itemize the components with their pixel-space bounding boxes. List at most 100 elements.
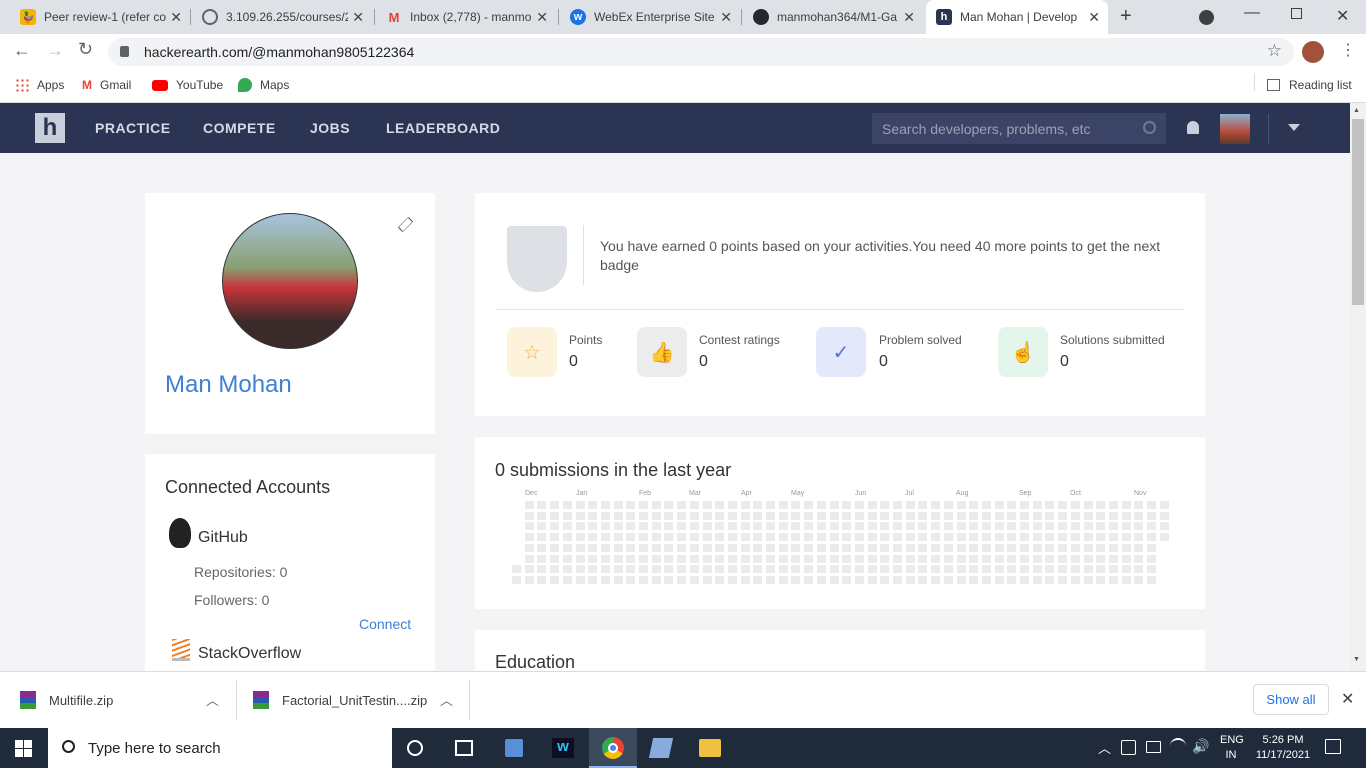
download-item[interactable]: Factorial_UnitTestin....zip ︿ xyxy=(237,672,469,728)
heatmap-cell xyxy=(778,501,788,509)
task-view-icon[interactable] xyxy=(455,740,473,756)
cortana-icon[interactable] xyxy=(407,740,423,756)
store-icon[interactable] xyxy=(505,739,523,757)
new-tab-button[interactable]: + xyxy=(1120,5,1132,28)
heatmap-cell xyxy=(689,501,699,509)
reading-list-button[interactable]: Reading list xyxy=(1267,78,1352,92)
forward-arrow-icon[interactable]: → xyxy=(46,40,64,61)
close-downloads-icon[interactable]: ✕ xyxy=(1341,689,1354,709)
heatmap-cell xyxy=(664,575,674,584)
apps-grid-icon xyxy=(15,78,29,92)
heatmap-cell xyxy=(766,575,775,584)
bookmark-star-icon[interactable]: ☆ xyxy=(1267,41,1282,61)
file-explorer-icon[interactable] xyxy=(699,739,721,757)
heatmap-cell xyxy=(613,554,623,563)
heatmap-cell xyxy=(562,565,572,574)
heatmap-cell xyxy=(753,554,763,563)
heatmap-cell xyxy=(893,511,902,520)
chevron-up-icon[interactable]: ︿ xyxy=(440,690,453,709)
heatmap-cell xyxy=(867,575,877,584)
show-all-button[interactable]: Show all xyxy=(1253,684,1329,715)
heatmap-cell xyxy=(1121,554,1131,563)
battery-icon[interactable] xyxy=(1146,741,1161,753)
nav-practice[interactable]: PRACTICE xyxy=(95,120,171,136)
reading-list-icon xyxy=(1267,79,1280,91)
webex-icon[interactable]: w xyxy=(552,738,574,758)
tab-github[interactable]: manmohan364/M1-Ga ✕ xyxy=(733,0,923,34)
site-search-input[interactable]: Search developers, problems, etc xyxy=(872,113,1166,144)
heatmap-cell xyxy=(626,543,636,552)
wifi-icon[interactable] xyxy=(1170,738,1186,754)
windows-start-icon[interactable] xyxy=(15,740,32,757)
notepad-icon[interactable] xyxy=(648,738,674,758)
heatmap-cell xyxy=(651,501,661,509)
network-status-icon[interactable] xyxy=(1121,740,1136,755)
heatmap-cell xyxy=(727,511,737,520)
page-scrollbar[interactable]: ▲ ▼ xyxy=(1350,103,1366,671)
profile-avatar[interactable] xyxy=(1302,41,1324,63)
back-arrow-icon[interactable]: ← xyxy=(13,40,31,61)
heatmap-cell xyxy=(1045,575,1055,584)
bookmark-gmail[interactable]: M Gmail xyxy=(82,78,131,92)
heatmap-cell xyxy=(1147,511,1156,520)
taskbar-search-input[interactable]: Type here to search xyxy=(48,728,392,768)
hackerearth-icon: h xyxy=(936,9,952,25)
heatmap-cell xyxy=(626,501,636,509)
clock[interactable]: 5:26 PM 11/17/2021 xyxy=(1250,733,1316,763)
heatmap-cell xyxy=(677,575,687,584)
tab-courses[interactable]: 3.109.26.255/courses/2 ✕ xyxy=(182,0,372,34)
chevron-up-icon[interactable]: ︿ xyxy=(1098,738,1111,757)
language-indicator[interactable]: ENG IN xyxy=(1220,733,1244,763)
close-tab-icon[interactable]: ✕ xyxy=(903,9,915,26)
heatmap-cell xyxy=(931,501,941,509)
tab-peer-review[interactable]: 🦆 Peer review-1 (refer co ✕ xyxy=(0,0,190,34)
bell-icon[interactable] xyxy=(1187,121,1199,134)
close-window-button[interactable]: ✕ xyxy=(1336,6,1349,26)
tab-webex[interactable]: w WebEx Enterprise Site ✕ xyxy=(550,0,740,34)
heatmap-cell xyxy=(854,575,864,584)
tab-search-icon[interactable] xyxy=(1199,10,1214,25)
volume-icon[interactable]: 🔊 xyxy=(1192,738,1209,755)
minimize-button[interactable]: — xyxy=(1244,4,1260,22)
heatmap-cell xyxy=(1096,575,1106,584)
nav-compete[interactable]: COMPETE xyxy=(203,120,276,136)
heatmap-cell xyxy=(651,575,661,584)
heatmap-cell xyxy=(981,511,991,520)
search-icon[interactable] xyxy=(1143,121,1156,134)
close-tab-icon[interactable]: ✕ xyxy=(352,9,364,26)
close-tab-icon[interactable]: ✕ xyxy=(536,9,548,26)
kebab-menu-icon[interactable]: ⋮ xyxy=(1340,40,1356,60)
heatmap-cell xyxy=(1108,511,1118,520)
url-field[interactable]: hackerearth.com/@manmohan9805122364 ☆ xyxy=(108,38,1294,66)
user-avatar[interactable] xyxy=(1220,114,1250,144)
bookmark-maps[interactable]: Maps xyxy=(238,78,289,92)
nav-leaderboard[interactable]: LEADERBOARD xyxy=(386,120,500,136)
close-tab-icon[interactable]: ✕ xyxy=(720,9,732,26)
heatmap-cell xyxy=(1121,565,1131,574)
hackerearth-logo[interactable]: h xyxy=(35,113,65,143)
stat-label: Problem solved xyxy=(879,333,962,347)
heatmap-cell xyxy=(1083,501,1093,509)
chevron-up-icon[interactable]: ︿ xyxy=(206,690,219,709)
heatmap-cell xyxy=(804,501,814,509)
tab-gmail[interactable]: M Inbox (2,778) - manmo ✕ xyxy=(366,0,556,34)
close-tab-icon[interactable]: ✕ xyxy=(170,9,182,26)
bookmark-apps[interactable]: Apps xyxy=(15,78,64,92)
scrollbar-thumb[interactable] xyxy=(1352,119,1364,305)
github-connect-link[interactable]: Connect xyxy=(359,616,411,632)
close-tab-icon[interactable]: ✕ xyxy=(1088,9,1100,26)
restore-button[interactable] xyxy=(1291,8,1302,19)
download-item[interactable]: Multifile.zip ︿ xyxy=(0,672,236,728)
heatmap-cell xyxy=(1108,501,1118,509)
chevron-down-icon[interactable] xyxy=(1288,124,1300,131)
reload-icon[interactable]: ↻ xyxy=(78,39,93,60)
nav-jobs[interactable]: JOBS xyxy=(310,120,350,136)
bookmark-youtube[interactable]: YouTube xyxy=(152,78,223,92)
heatmap-cell xyxy=(753,501,763,509)
notification-center-icon[interactable] xyxy=(1325,739,1341,754)
heatmap-cell xyxy=(918,511,928,520)
heatmap-cell xyxy=(562,543,572,552)
pencil-edit-icon[interactable] xyxy=(397,216,414,233)
chrome-taskbar-button[interactable] xyxy=(589,728,637,768)
tab-hackerearth-active[interactable]: h Man Mohan | Develop ✕ xyxy=(926,0,1108,34)
